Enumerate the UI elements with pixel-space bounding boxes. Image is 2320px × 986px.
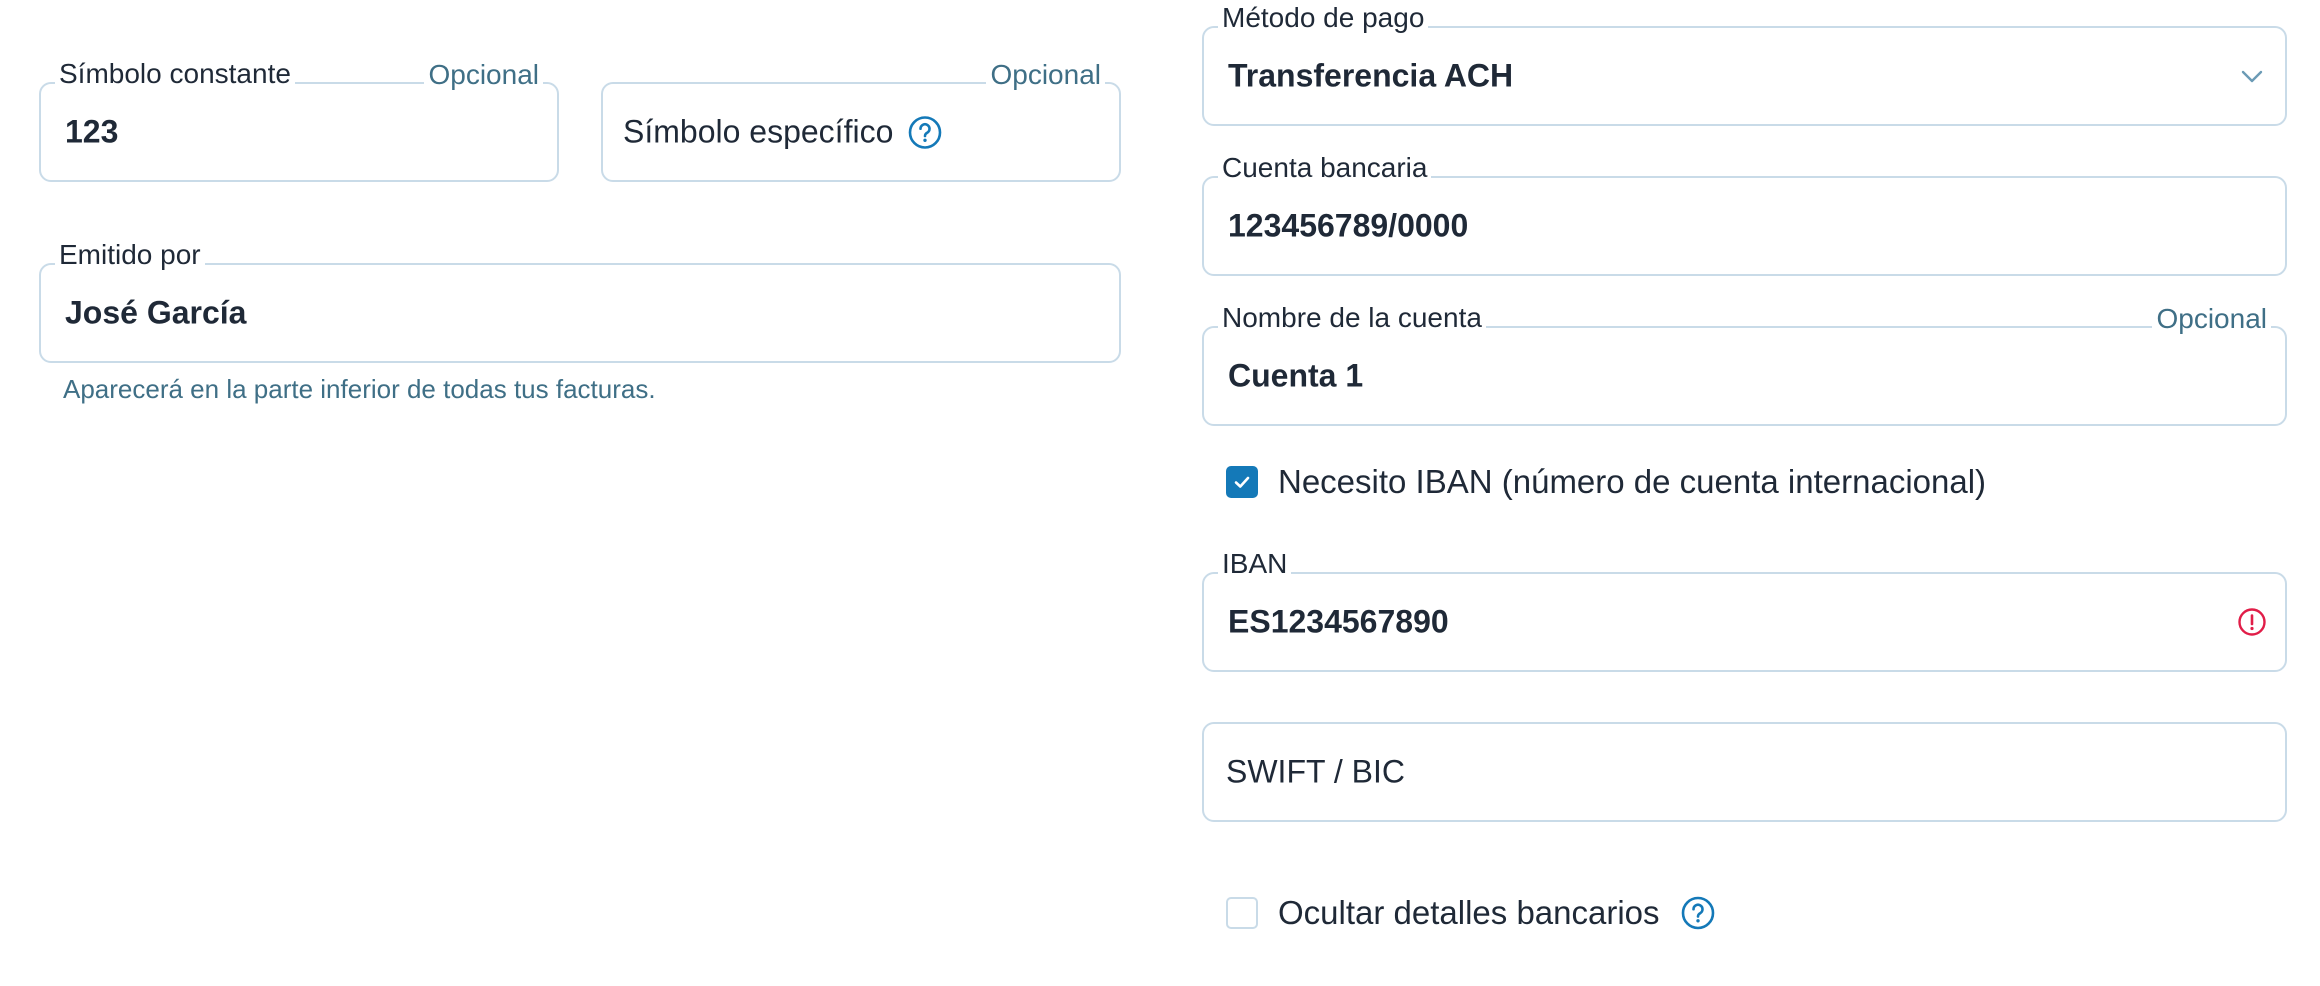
payment-method-value[interactable]: Transferencia ACH (1228, 58, 1513, 95)
chevron-down-icon[interactable] (2239, 63, 2265, 89)
account-name-label: Nombre de la cuenta (1218, 300, 1486, 336)
swift-bic-field[interactable]: SWIFT / BIC (1202, 722, 2287, 822)
constant-symbol-value[interactable]: 123 (65, 114, 118, 151)
specific-symbol-field[interactable]: Opcional Símbolo específico (601, 57, 1121, 182)
constant-symbol-optional: Opcional (424, 57, 543, 93)
question-circle-icon[interactable] (1680, 895, 1716, 931)
account-name-field[interactable]: Nombre de la cuenta Opcional Cuenta 1 (1202, 300, 2287, 426)
bank-account-value[interactable]: 123456789/0000 (1228, 208, 1468, 245)
checkmark-icon (1234, 476, 1250, 488)
payment-method-label: Método de pago (1218, 0, 1429, 36)
bank-account-field[interactable]: Cuenta bancaria 123456789/0000 (1202, 150, 2287, 276)
iban-label: IBAN (1218, 546, 1292, 582)
issued-by-field[interactable]: Emitido por José García (39, 237, 1121, 363)
bank-account-label: Cuenta bancaria (1218, 150, 1432, 186)
hide-bank-details-label: Ocultar detalles bancarios (1278, 894, 1660, 931)
account-name-value[interactable]: Cuenta 1 (1228, 358, 1363, 395)
swift-bic-placeholder[interactable]: SWIFT / BIC (1226, 754, 1405, 791)
constant-symbol-label: Símbolo constante (55, 56, 295, 92)
specific-symbol-optional: Opcional (986, 57, 1105, 93)
account-name-optional: Opcional (2152, 301, 2271, 337)
iban-field[interactable]: IBAN ES1234567890 (1202, 546, 2287, 672)
hide-bank-details-checkbox[interactable] (1226, 897, 1258, 929)
specific-symbol-placeholder: Símbolo específico (623, 113, 894, 150)
hide-bank-details-row[interactable]: Ocultar detalles bancarios (1226, 894, 1716, 932)
need-iban-label: Necesito IBAN (número de cuenta internac… (1278, 463, 1987, 500)
issued-by-value[interactable]: José García (65, 295, 246, 332)
constant-symbol-field[interactable]: Símbolo constante Opcional 123 (39, 56, 559, 182)
payment-method-select[interactable]: Método de pago Transferencia ACH (1202, 0, 2287, 126)
iban-value[interactable]: ES1234567890 (1228, 604, 1449, 641)
need-iban-checkbox-row[interactable]: Necesito IBAN (número de cuenta internac… (1226, 463, 1986, 501)
issued-by-label: Emitido por (55, 237, 205, 273)
need-iban-checkbox[interactable] (1226, 466, 1258, 498)
specific-symbol-placeholder-wrap[interactable]: Símbolo específico (623, 114, 943, 151)
error-circle-icon (2238, 608, 2266, 636)
question-circle-icon[interactable] (907, 114, 943, 150)
issued-by-helper: Aparecerá en la parte inferior de todas … (63, 374, 656, 404)
